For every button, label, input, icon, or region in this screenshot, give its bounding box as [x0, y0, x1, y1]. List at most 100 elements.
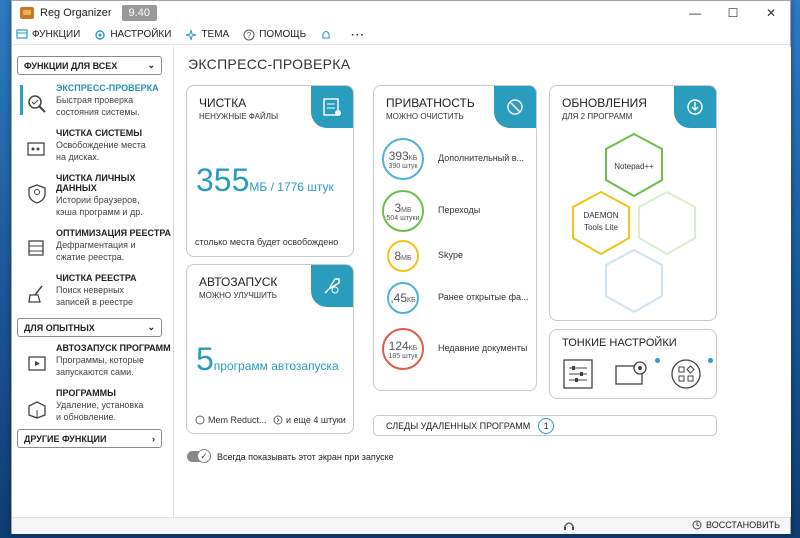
settings-icon: [95, 29, 106, 40]
more-menu-button[interactable]: ⋯: [350, 26, 365, 43]
app-window: Reg Organizer 9.40 — ☐ ✕ ФУНКЦИИ НАСТРОЙ…: [11, 0, 791, 534]
disk-cleanup-icon: [27, 142, 45, 156]
sidebar-item-desc: Дефрагментация и сжатие реестра.: [56, 240, 136, 262]
sidebar-item-privacy-cleaning[interactable]: ЧИСТКА ЛИЧНЫХ ДАННЫХ Истории браузеров, к…: [12, 169, 173, 224]
privacy-item-label[interactable]: Переходы: [438, 205, 530, 215]
sidebar-item-autostart[interactable]: АВТОЗАПУСК ПРОГРАММ Программы, которые за…: [12, 339, 173, 384]
programs-box-icon: [28, 401, 46, 419]
monitor-gear-icon[interactable]: [614, 358, 650, 390]
sidebar-item-desc: Удаление, установка и обновление.: [56, 400, 144, 422]
removed-traces-bar[interactable]: СЛЕДЫ УДАЛЕННЫХ ПРОГРАММ 1: [373, 415, 717, 436]
broom-icon: [28, 285, 43, 303]
sidebar-item-registry-cleaning[interactable]: ЧИСТКА РЕЕСТРА Поиск неверных записей в р…: [12, 269, 173, 314]
card-tweaks[interactable]: ТОНКИЕ НАСТРОЙКИ: [549, 329, 717, 399]
card-updates[interactable]: ОБНОВЛЕНИЯ ДЛЯ 2 ПРОГРАММ Notepad++ DAEM…: [549, 85, 717, 321]
card-title: ПРИВАТНОСТЬ: [386, 96, 475, 110]
privacy-item-label[interactable]: Дополнительный в...: [438, 153, 530, 163]
page-title: ЭКСПРЕСС-ПРОВЕРКА: [188, 56, 351, 72]
sidebar-item-title: ЧИСТКА СИСТЕМЫ: [56, 128, 143, 138]
headset-icon[interactable]: [563, 520, 575, 532]
notifications-button[interactable]: [320, 29, 336, 41]
sidebar-item-title: АВТОЗАПУСК ПРОГРАММ: [56, 343, 171, 353]
sidebar-item-title: ЭКСПРЕСС-ПРОВЕРКА: [56, 83, 159, 93]
svg-text:?: ?: [247, 31, 252, 40]
privacy-item-label[interactable]: Skype: [438, 250, 530, 260]
menu-settings[interactable]: НАСТРОЙКИ: [94, 29, 171, 41]
shield-user-icon: [28, 184, 46, 204]
funcs-icon: [16, 29, 28, 39]
card-subtitle: МОЖНО ОЧИСТИТЬ: [386, 112, 464, 121]
group-advanced[interactable]: ДЛЯ ОПЫТНЫХ ⌄: [17, 318, 162, 337]
sidebar-item-title: ОПТИМИЗАЦИЯ РЕЕСТРА: [56, 228, 172, 238]
cleaning-number: 355: [196, 162, 250, 198]
sidebar-item-express-check[interactable]: ЭКСПРЕСС-ПРОВЕРКА Быстрая проверка состоя…: [12, 79, 173, 124]
autostart-unit: программ автозапуска: [213, 359, 339, 373]
group-all-functions[interactable]: ФУНКЦИИ ДЛЯ ВСЕХ ⌄: [17, 56, 162, 75]
maximize-button[interactable]: ☐: [714, 1, 752, 25]
privacy-size: 8МБ: [394, 249, 411, 263]
sidebar-item-title: ЧИСТКА РЕЕСТРА: [56, 273, 137, 283]
menu-help[interactable]: ? ПОМОЩЬ: [243, 29, 306, 41]
privacy-item-label[interactable]: Ранее открытые фа...: [438, 292, 530, 302]
sidebar-item-desc: Истории браузеров, кэша программ и др.: [56, 195, 143, 217]
menu-theme[interactable]: ТЕМА: [185, 29, 229, 41]
app-logo-icon: [20, 7, 34, 19]
restore-button[interactable]: ВОССТАНОВИТЬ: [692, 520, 780, 530]
card-title: АВТОЗАПУСК: [199, 275, 278, 289]
autostart-more-label: и еще 4 штуки: [286, 415, 346, 425]
privacy-size-unit: КБ: [408, 344, 418, 352]
privacy-bubble[interactable]: 3МБ 504 штуки: [382, 190, 424, 232]
menu-functions[interactable]: ФУНКЦИИ: [16, 29, 80, 40]
version-badge: 9.40: [121, 5, 157, 21]
group-other-functions[interactable]: ДРУГИЕ ФУНКЦИИ ›: [17, 429, 162, 448]
update-app-daemon[interactable]: DAEMON Tools Lite: [580, 210, 622, 234]
sidebar-item-system-cleaning[interactable]: ЧИСТКА СИСТЕМЫ Освобождение места на диск…: [12, 124, 173, 169]
removed-traces-label: СЛЕДЫ УДАЛЕННЫХ ПРОГРАММ: [386, 420, 531, 431]
apps-grid-icon[interactable]: [670, 358, 702, 390]
cleaning-footer: столько места будет освобождено: [195, 237, 339, 247]
autostart-app1[interactable]: Mem Reduct...: [195, 415, 267, 425]
chevron-right-icon: ›: [152, 433, 155, 444]
autostart-number: 5: [196, 341, 214, 377]
sidebar-item-desc: Освобождение места на дисках.: [56, 140, 146, 162]
chevron-down-icon: ⌄: [147, 60, 155, 70]
privacy-item-label[interactable]: Недавние документы: [438, 343, 530, 353]
privacy-bubble[interactable]: 124КБ 185 штук: [382, 328, 424, 370]
autostart-more[interactable]: и еще 4 штуки: [273, 415, 346, 425]
autostart-value: 5программ автозапуска: [196, 341, 339, 378]
privacy-size-unit: КБ: [407, 297, 416, 304]
update-app-notepad[interactable]: Notepad++: [610, 162, 658, 171]
sidebar-item-registry-optimization[interactable]: ОПТИМИЗАЦИЯ РЕЕСТРА Дефрагментация и сжат…: [12, 224, 173, 269]
privacy-bubble[interactable]: ,45КБ: [387, 282, 419, 314]
card-privacy[interactable]: ПРИВАТНОСТЬ МОЖНО ОЧИСТИТЬ 393КБ 390 штук…: [373, 85, 537, 391]
cleaning-value: 355МБ / 1776 штук: [196, 162, 334, 199]
privacy-broom-icon: [507, 99, 523, 115]
privacy-size: ,45КБ: [390, 291, 415, 305]
privacy-size: 124КБ: [389, 339, 418, 353]
privacy-bubble[interactable]: 393КБ 390 штук: [382, 138, 424, 180]
sidebar-item-programs[interactable]: ПРОГРАММЫ Удаление, установка и обновлени…: [12, 384, 173, 429]
card-tag: [311, 86, 353, 128]
sidebar: ФУНКЦИИ ДЛЯ ВСЕХ ⌄ ЭКСПРЕСС-ПРОВЕРКА Быст…: [12, 47, 174, 517]
privacy-count: 504 штуки: [386, 214, 420, 222]
privacy-bubble[interactable]: 8МБ: [387, 240, 419, 272]
startup-toggle-label: Всегда показывать этот экран при запуске: [217, 451, 394, 462]
title-bar: Reg Organizer 9.40 — ☐ ✕: [12, 1, 790, 25]
sliders-icon[interactable]: [562, 358, 594, 390]
close-button[interactable]: ✕: [752, 1, 790, 25]
sidebar-item-desc: Быстрая проверка состояния системы.: [56, 95, 140, 117]
startup-toggle-row: ✓ Всегда показывать этот экран при запус…: [187, 449, 394, 463]
group-all-label: ФУНКЦИИ ДЛЯ ВСЕХ: [24, 60, 118, 71]
card-cleaning[interactable]: ЧИСТКА НЕНУЖНЫЕ ФАЙЛЫ 355МБ / 1776 штук …: [186, 85, 354, 257]
cleanup-doc-icon: [323, 98, 341, 116]
startup-toggle[interactable]: ✓: [187, 449, 211, 463]
minimize-button[interactable]: —: [676, 1, 714, 25]
restore-label: ВОССТАНОВИТЬ: [706, 520, 780, 530]
notify-dot: [655, 358, 660, 363]
registry-defrag-icon: [28, 240, 44, 256]
card-autostart[interactable]: АВТОЗАПУСК МОЖНО УЛУЧШИТЬ 5программ авто…: [186, 264, 354, 434]
help-icon: ?: [243, 29, 255, 40]
menu-functions-label: ФУНКЦИИ: [32, 29, 81, 40]
magnifier-check-icon: [28, 95, 46, 113]
status-bar: ВОССТАНОВИТЬ: [12, 517, 790, 534]
